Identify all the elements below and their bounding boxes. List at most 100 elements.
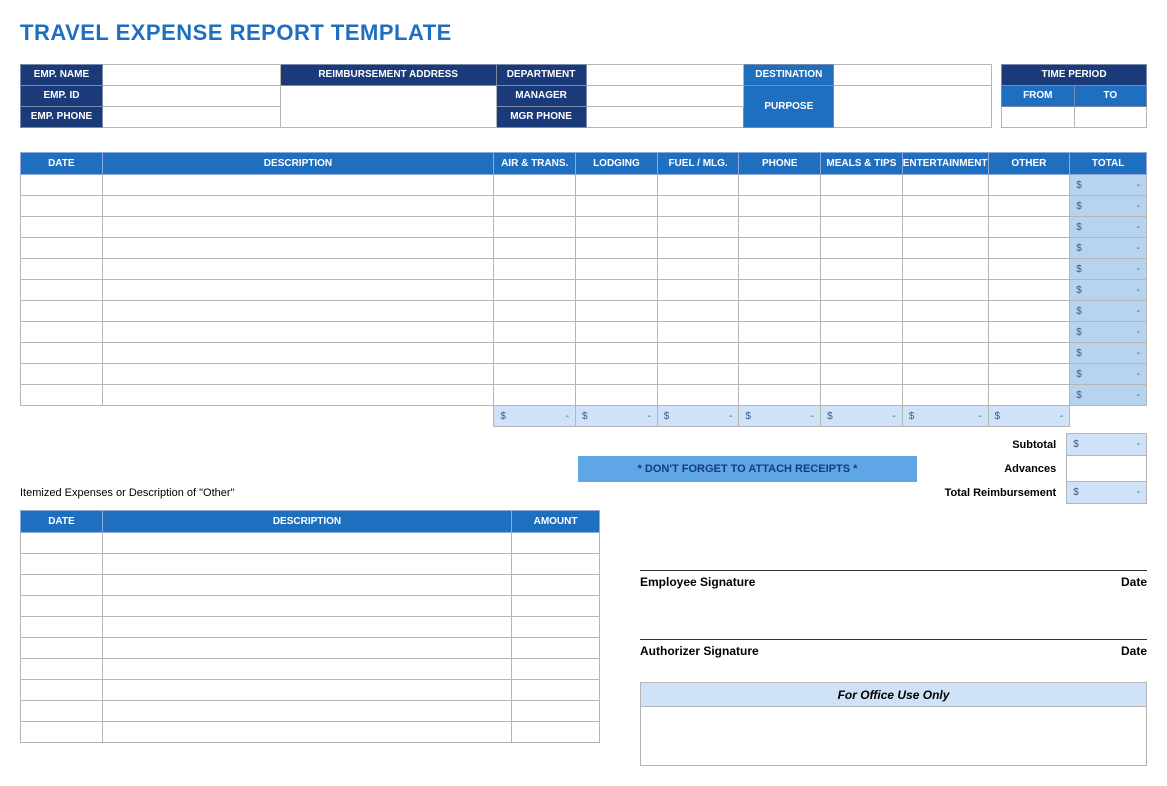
expense-cell[interactable] [657,217,739,238]
expense-cell[interactable] [902,343,988,364]
itemized-cell[interactable] [512,722,600,743]
expense-cell[interactable] [102,259,494,280]
expense-cell[interactable] [494,364,576,385]
expense-cell[interactable] [576,364,658,385]
expense-cell[interactable] [657,364,739,385]
expense-cell[interactable] [21,322,103,343]
expense-cell[interactable] [902,280,988,301]
itemized-cell[interactable] [102,701,511,722]
expense-cell[interactable] [102,385,494,406]
expense-cell[interactable] [657,196,739,217]
expense-row[interactable]: $- [21,280,1147,301]
expense-cell[interactable] [821,238,903,259]
expense-cell[interactable] [988,385,1070,406]
field-emp-name[interactable] [102,65,280,86]
expense-cell[interactable] [902,301,988,322]
expense-cell[interactable] [102,343,494,364]
itemized-cell[interactable] [512,659,600,680]
expense-cell[interactable] [821,385,903,406]
field-emp-id[interactable] [102,86,280,107]
itemized-cell[interactable] [102,638,511,659]
field-manager[interactable] [586,86,744,107]
expense-cell[interactable] [988,364,1070,385]
expense-row[interactable]: $- [21,217,1147,238]
expense-cell[interactable] [657,238,739,259]
expense-cell[interactable] [102,280,494,301]
expense-cell[interactable] [494,238,576,259]
itemized-row[interactable] [21,533,600,554]
itemized-row[interactable] [21,575,600,596]
expense-cell[interactable] [988,238,1070,259]
expense-cell[interactable] [102,196,494,217]
expense-cell[interactable] [988,259,1070,280]
expense-cell[interactable] [988,280,1070,301]
expense-cell[interactable] [657,385,739,406]
expense-cell[interactable] [576,217,658,238]
expense-cell[interactable] [821,280,903,301]
expense-cell[interactable] [739,364,821,385]
expense-cell[interactable] [494,175,576,196]
expense-cell[interactable] [988,217,1070,238]
expense-row[interactable]: $- [21,364,1147,385]
expense-cell[interactable] [821,322,903,343]
expense-cell[interactable] [102,217,494,238]
field-department[interactable] [586,65,744,86]
field-emp-phone[interactable] [102,107,280,128]
itemized-row[interactable] [21,638,600,659]
expense-cell[interactable] [576,385,658,406]
field-destination[interactable] [834,65,992,86]
itemized-cell[interactable] [21,533,103,554]
itemized-row[interactable] [21,596,600,617]
expense-cell[interactable] [102,175,494,196]
expense-cell[interactable] [902,196,988,217]
expense-cell[interactable] [988,196,1070,217]
expense-cell[interactable] [902,385,988,406]
expense-cell[interactable] [21,301,103,322]
itemized-cell[interactable] [512,533,600,554]
itemized-cell[interactable] [102,617,511,638]
office-use-body[interactable] [641,707,1146,765]
expense-row[interactable]: $- [21,322,1147,343]
expense-cell[interactable] [988,343,1070,364]
expense-cell[interactable] [576,280,658,301]
expense-cell[interactable] [821,196,903,217]
expense-cell[interactable] [988,301,1070,322]
itemized-cell[interactable] [21,575,103,596]
expense-cell[interactable] [21,364,103,385]
expense-cell[interactable] [21,280,103,301]
expense-cell[interactable] [494,259,576,280]
expense-cell[interactable] [494,385,576,406]
expense-cell[interactable] [657,322,739,343]
expense-cell[interactable] [21,385,103,406]
itemized-cell[interactable] [512,617,600,638]
itemized-cell[interactable] [21,617,103,638]
expense-row[interactable]: $- [21,343,1147,364]
expense-row[interactable]: $- [21,175,1147,196]
expense-cell[interactable] [21,175,103,196]
expense-cell[interactable] [902,238,988,259]
expense-cell[interactable] [902,322,988,343]
expense-cell[interactable] [902,364,988,385]
expense-cell[interactable] [988,322,1070,343]
expense-cell[interactable] [21,259,103,280]
expense-cell[interactable] [739,175,821,196]
expense-cell[interactable] [494,217,576,238]
expense-cell[interactable] [739,238,821,259]
itemized-cell[interactable] [21,659,103,680]
itemized-cell[interactable] [102,659,511,680]
expense-cell[interactable] [739,259,821,280]
itemized-row[interactable] [21,659,600,680]
itemized-row[interactable] [21,617,600,638]
expense-cell[interactable] [657,301,739,322]
field-purpose[interactable] [834,86,992,128]
expense-row[interactable]: $- [21,301,1147,322]
expense-row[interactable]: $- [21,238,1147,259]
expense-cell[interactable] [821,364,903,385]
itemized-cell[interactable] [512,596,600,617]
expense-row[interactable]: $- [21,196,1147,217]
expense-cell[interactable] [739,343,821,364]
expense-cell[interactable] [21,238,103,259]
field-from[interactable] [1002,107,1074,128]
itemized-cell[interactable] [102,680,511,701]
itemized-cell[interactable] [102,596,511,617]
